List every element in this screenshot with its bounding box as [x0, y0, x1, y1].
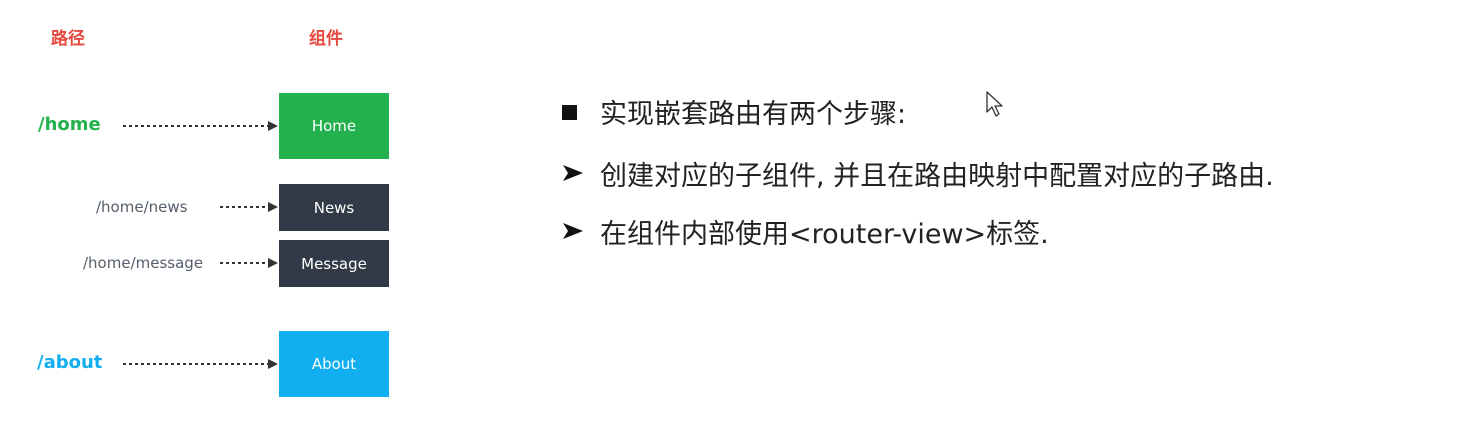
- mouse-cursor-icon: [986, 91, 1003, 117]
- arrow-bullet-icon: [563, 223, 583, 239]
- arrowhead-about: [268, 359, 278, 369]
- step-text: 创建对应的子组件, 并且在路由映射中配置对应的子路由.: [600, 161, 1274, 192]
- steps-title: 实现嵌套路由有两个步骤:: [562, 92, 906, 131]
- step-item: 在组件内部使用<router-view>标签.: [562, 212, 1049, 251]
- component-home-box: Home: [279, 93, 389, 159]
- arrowhead-message: [268, 258, 278, 268]
- arrowhead-news: [268, 202, 278, 212]
- steps-title-text: 实现嵌套路由有两个步骤:: [600, 99, 907, 130]
- route-arrows: [123, 121, 278, 369]
- component-about-box: About: [279, 331, 389, 397]
- square-bullet-icon: [562, 105, 577, 120]
- arrowhead-home: [268, 121, 278, 131]
- component-news-box: News: [279, 184, 389, 231]
- component-message-box: Message: [279, 240, 389, 287]
- step-item: 创建对应的子组件, 并且在路由映射中配置对应的子路由.: [562, 154, 1274, 193]
- step-text: 在组件内部使用<router-view>标签.: [600, 219, 1049, 250]
- arrow-bullet-icon: [563, 165, 583, 181]
